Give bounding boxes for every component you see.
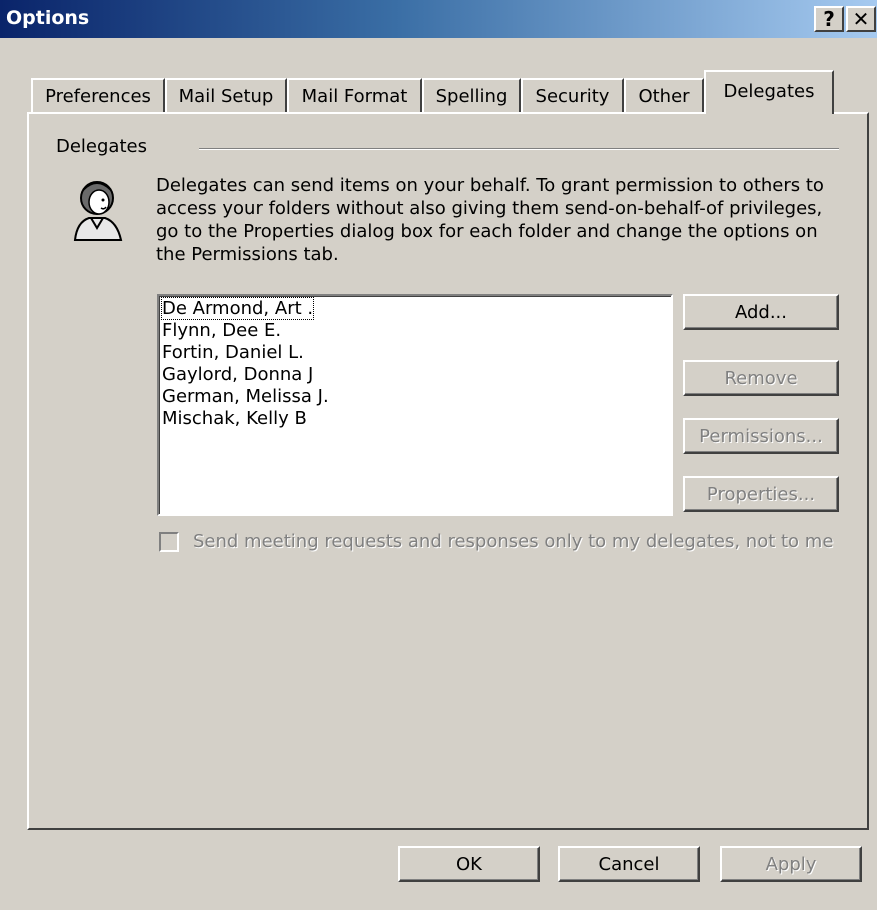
delegates-panel: Delegates Delegates can send items on yo… xyxy=(27,112,869,830)
send-meeting-requests-label: Send meeting requests and responses only… xyxy=(193,531,834,552)
list-item[interactable]: German, Melissa J. xyxy=(161,386,669,408)
help-button[interactable]: ? xyxy=(814,6,844,32)
list-item[interactable]: Flynn, Dee E. xyxy=(161,320,669,342)
list-item[interactable]: Gaylord, Donna J xyxy=(161,364,669,386)
tab-other[interactable]: Other xyxy=(624,78,704,112)
list-item[interactable]: Mischak, Kelly B xyxy=(161,408,669,430)
send-meeting-requests-checkbox[interactable] xyxy=(159,532,179,552)
title-bar: Options ? ✕ xyxy=(0,0,877,38)
remove-button[interactable]: Remove xyxy=(683,360,839,396)
group-divider xyxy=(199,148,839,150)
delegates-description: Delegates can send items on your behalf.… xyxy=(156,175,824,265)
person-icon xyxy=(73,181,123,241)
delegates-listbox[interactable]: De Armond, Art . Flynn, Dee E. Fortin, D… xyxy=(157,294,673,516)
tab-delegates[interactable]: Delegates xyxy=(704,70,834,114)
tab-mail-setup[interactable]: Mail Setup xyxy=(165,78,287,112)
tab-mail-format[interactable]: Mail Format xyxy=(287,78,422,112)
ok-button[interactable]: OK xyxy=(398,846,540,882)
tab-security[interactable]: Security xyxy=(521,78,624,112)
permissions-button[interactable]: Permissions... xyxy=(683,418,839,454)
properties-button[interactable]: Properties... xyxy=(683,476,839,512)
add-button[interactable]: Add... xyxy=(683,294,839,330)
close-button[interactable]: ✕ xyxy=(846,6,876,32)
window-title: Options xyxy=(6,7,90,29)
cancel-button[interactable]: Cancel xyxy=(558,846,700,882)
delegates-group-label: Delegates xyxy=(56,136,147,157)
list-item[interactable]: Fortin, Daniel L. xyxy=(161,342,669,364)
tab-preferences[interactable]: Preferences xyxy=(31,78,165,112)
apply-button[interactable]: Apply xyxy=(720,846,862,882)
tab-spelling[interactable]: Spelling xyxy=(422,78,521,112)
list-item[interactable]: De Armond, Art . xyxy=(160,297,669,320)
